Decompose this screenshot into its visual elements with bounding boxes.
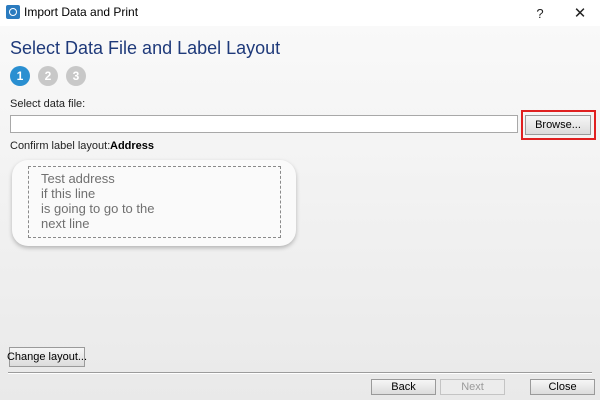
window-close-button[interactable]: ✕ [566, 2, 594, 24]
window-title: Import Data and Print [24, 5, 139, 19]
browse-highlight-box [521, 110, 596, 140]
label-printable-area: Test address if this line is going to go… [28, 166, 281, 238]
confirm-layout-label: Confirm label layout: [10, 140, 111, 152]
address-line-3: is going to go to the [41, 201, 155, 216]
step-3-indicator: 3 [66, 66, 86, 86]
data-file-input[interactable] [10, 115, 518, 133]
help-button[interactable]: ? [526, 2, 554, 24]
next-button[interactable]: Next [440, 379, 505, 395]
address-line-2: if this line [41, 186, 96, 201]
page-title: Select Data File and Label Layout [10, 38, 281, 58]
footer-divider [8, 372, 592, 374]
step-2-indicator: 2 [38, 66, 58, 86]
data-file-label: Select data file: [10, 98, 86, 110]
close-button[interactable]: Close [530, 379, 595, 395]
layout-name: Address [110, 140, 155, 152]
step-1-indicator: 1 [10, 66, 30, 86]
address-line-4: next line [41, 216, 90, 231]
label-preview: Test address if this line is going to go… [12, 160, 296, 246]
back-button[interactable]: Back [371, 379, 436, 395]
app-icon [6, 5, 20, 19]
address-line-1: Test address [41, 171, 115, 186]
title-bar: Import Data and Print ? ✕ [0, 0, 600, 26]
change-layout-button[interactable]: Change layout... [7, 347, 87, 367]
